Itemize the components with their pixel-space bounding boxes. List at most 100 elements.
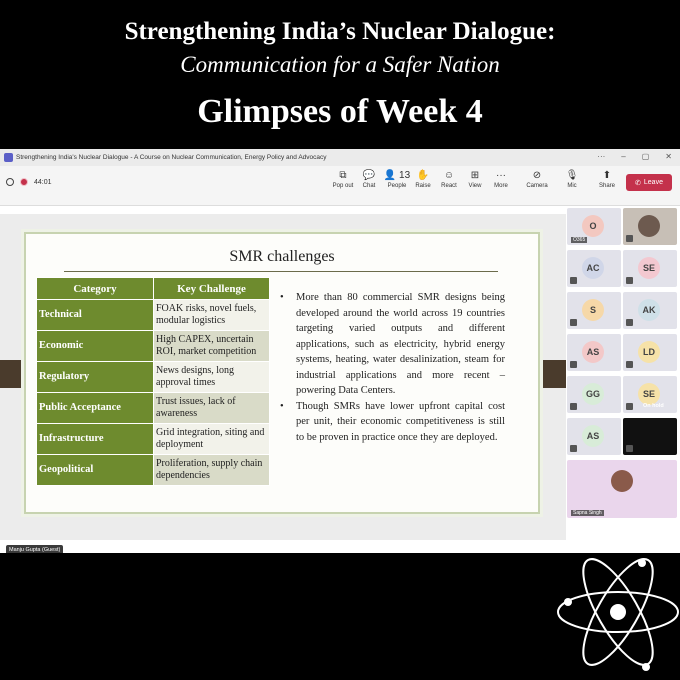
participant-tile[interactable]: AK — [623, 292, 677, 329]
avatar: AS — [582, 341, 604, 363]
presenter-name-tag: Manju Gupta (Guest) — [6, 545, 64, 553]
toolbar-button-label: People — [387, 183, 407, 189]
table-cell-category: Geopolitical — [36, 454, 154, 486]
avatar: GG — [582, 383, 604, 405]
poster-subtitle: Communication for a Safer Nation — [180, 52, 500, 77]
table-header-challenge: Key Challenge — [153, 277, 270, 300]
participant-tile[interactable] — [623, 208, 677, 245]
table-cell-category: Infrastructure — [36, 423, 154, 455]
participant-tile[interactable]: S — [567, 292, 621, 329]
toolbar-button-label: Share — [598, 183, 615, 189]
avatar: AC — [582, 257, 604, 279]
toolbar-button-label: Mic — [567, 183, 577, 189]
participant-tile[interactable]: SE — [623, 250, 677, 287]
avatar: S — [582, 299, 604, 321]
mic-off-icon — [626, 319, 633, 326]
window-maximize-button[interactable]: ▢ — [642, 152, 650, 161]
participant-tile[interactable]: Sapna Singh — [567, 460, 677, 518]
atom-electron — [564, 598, 572, 606]
window-titlebar: Strengthening India's Nuclear Dialogue -… — [0, 149, 680, 166]
table-cell-category: Regulatory — [36, 361, 154, 393]
mic-button[interactable]: 🎙 Mic — [555, 169, 589, 189]
shield-icon[interactable] — [6, 178, 14, 186]
table-cell-challenge: Grid integration, siting and deployment — [153, 423, 270, 455]
table-cell-challenge: Proliferation, supply chain dependencies — [153, 454, 270, 486]
window-title: Strengthening India's Nuclear Dialogue -… — [16, 154, 327, 161]
participant-video — [638, 215, 660, 237]
poster-week-heading: Glimpses of Week 4 — [197, 93, 483, 130]
participant-tile[interactable]: AS — [567, 418, 621, 455]
atom-electron — [642, 663, 650, 671]
participant-tile[interactable] — [623, 418, 677, 455]
mic-off-icon — [626, 361, 633, 368]
atom-nucleus — [610, 604, 626, 620]
meeting-stage: SMR challenges Category Key Challenge Te… — [0, 206, 680, 553]
recording-icon — [20, 178, 28, 186]
avatar: SE — [638, 383, 660, 405]
share-icon: ⬆ — [602, 170, 612, 181]
participant-tile[interactable]: AS — [567, 334, 621, 371]
on-hold-status: On hold — [643, 403, 664, 409]
participant-tile[interactable]: O O365 — [567, 208, 621, 245]
mic-off-icon: 🎙 — [565, 170, 579, 181]
meeting-timer: 44:01 — [34, 178, 52, 186]
avatar: O — [582, 215, 604, 237]
presentation-slide: SMR challenges Category Key Challenge Te… — [24, 232, 540, 514]
participant-name: O365 — [571, 237, 588, 243]
more-button[interactable]: ··· More — [484, 169, 518, 189]
table-row: Geopolitical Proliferation, supply chain… — [36, 454, 270, 486]
participant-tile[interactable]: GG — [567, 376, 621, 413]
toolbar-button-label: View — [468, 183, 482, 189]
table-row: Economic High CAPEX, uncertain ROI, mark… — [36, 330, 270, 362]
bullet-item: Though SMRs have lower upfront capital c… — [280, 399, 505, 446]
window-close-button[interactable]: ✕ — [665, 152, 672, 161]
toolbar-button-label: More — [494, 183, 508, 189]
toolbar-button-label: Raise — [415, 183, 431, 189]
table-header-category: Category — [36, 277, 154, 300]
mic-off-icon — [570, 403, 577, 410]
toolbar-button-label: React — [441, 183, 457, 189]
leave-button[interactable]: ✆ Leave — [626, 174, 672, 191]
toolbar-button-label: Chat — [362, 183, 376, 189]
participant-tile[interactable]: LD — [623, 334, 677, 371]
table-row: Technical FOAK risks, novel fuels, modul… — [36, 299, 270, 331]
bullet-item: More than 80 commercial SMR designs bein… — [280, 290, 505, 399]
challenges-table: Category Key Challenge Technical FOAK ri… — [36, 277, 270, 486]
camera-off-icon: ⊘ — [532, 170, 542, 181]
table-cell-category: Technical — [36, 299, 154, 331]
avatar: AK — [638, 299, 660, 321]
participant-tile[interactable]: SE On hold — [623, 376, 677, 413]
table-row: Regulatory News designs, long approval t… — [36, 361, 270, 393]
mic-off-icon — [570, 445, 577, 452]
mic-off-icon — [570, 319, 577, 326]
atom-electron — [638, 559, 646, 567]
participant-tile[interactable]: AC — [567, 250, 621, 287]
atom-icon — [557, 558, 679, 671]
teams-logo-icon — [4, 153, 13, 162]
table-cell-challenge: Trust issues, lack of awareness — [153, 392, 270, 424]
mic-off-icon — [626, 445, 633, 452]
avatar: AS — [582, 425, 604, 447]
table-row: Public Acceptance Trust issues, lack of … — [36, 392, 270, 424]
table-cell-challenge: High CAPEX, uncertain ROI, market compet… — [153, 330, 270, 362]
toolbar-button-label: Pop out — [332, 183, 354, 189]
poster-title: Strengthening India’s Nuclear Dialogue: — [124, 18, 556, 45]
window-minimize-button[interactable]: – — [621, 152, 625, 161]
avatar: LD — [638, 341, 660, 363]
table-row: Infrastructure Grid integration, siting … — [36, 423, 270, 455]
meeting-toolbar: 44:01 ⧉ Pop out 💬 Chat 👤 13 People ✋ Raise ☺ Reac… — [0, 166, 680, 206]
table-cell-challenge: FOAK risks, novel fuels, modular logisti… — [153, 299, 270, 331]
slide-title: SMR challenges — [229, 248, 335, 265]
table-cell-challenge: News designs, long approval times — [153, 361, 270, 393]
toolbar-button-label: Camera — [526, 183, 548, 189]
table-cell-category: Public Acceptance — [36, 392, 154, 424]
camera-button[interactable]: ⊘ Camera — [520, 169, 554, 189]
mic-off-icon — [626, 235, 633, 242]
share-button[interactable]: ⬆ Share — [590, 169, 624, 189]
more-icon: ··· — [496, 170, 506, 181]
phone-icon: ✆ — [635, 179, 641, 187]
window-more-button[interactable]: ··· — [597, 152, 605, 161]
avatar: SE — [638, 257, 660, 279]
shared-screen: SMR challenges Category Key Challenge Te… — [0, 214, 566, 553]
meeting-window: Strengthening India's Nuclear Dialogue -… — [0, 149, 680, 553]
